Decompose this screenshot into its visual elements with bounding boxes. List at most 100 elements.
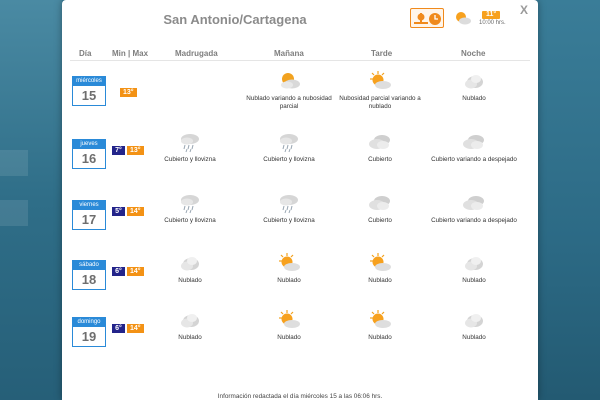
forecast-label: Cubierto y llovizna — [164, 156, 216, 163]
header-madrugada: Madrugada — [175, 49, 218, 58]
header-dia: Día — [79, 49, 92, 58]
day-badge[interactable]: sábado 18 — [72, 260, 106, 290]
forecast-label: Cubierto variando a despejado — [431, 217, 517, 224]
forecast-label: Cubierto — [368, 217, 392, 224]
background-left — [0, 0, 62, 400]
temp-max: 14° — [127, 267, 144, 276]
forecast-label: Nublado — [462, 277, 486, 284]
forecast-label: Cubierto variando a despejado — [431, 156, 517, 163]
moon-cloud-icon — [181, 257, 199, 271]
forecast-cell-tarde: Cubierto — [335, 192, 425, 225]
background-tab — [0, 150, 28, 176]
temp-max: 14° — [127, 324, 144, 333]
forecast-cell-manana: Cubierto y llovizna — [244, 192, 334, 225]
forecast-cell-tarde: Nublado — [335, 309, 425, 342]
overcast-icon — [369, 196, 390, 210]
moon-cloud-icon — [465, 314, 483, 328]
forecast-label: Nublado — [277, 334, 301, 341]
current-time: 10:00 hrs. — [479, 20, 506, 26]
moon-cloud-icon — [181, 314, 199, 328]
partly-cloudy-icon — [281, 73, 300, 89]
temp-min: 6° — [112, 324, 125, 333]
forecast-cell-noche: Cubierto variando a despejado — [429, 131, 519, 164]
temp-max: 13° — [120, 88, 137, 97]
day-badge[interactable]: viernes 17 — [72, 200, 106, 230]
forecast-label: Nublado — [368, 334, 392, 341]
forecast-label: Nublado — [462, 95, 486, 102]
day-badge[interactable]: miércoles 15 — [72, 76, 106, 106]
day-name: miércoles — [73, 77, 105, 86]
forecast-label: Nublado — [277, 277, 301, 284]
temp-min: 6° — [112, 267, 125, 276]
forecast-row: domingo 19 6° 14° Nublado Nublado Nublado Nubla… — [62, 309, 538, 365]
forecast-cell-tarde: Nubosidad parcial variando a nublado — [335, 70, 425, 110]
day-badge[interactable]: jueves 16 — [72, 139, 106, 169]
sun-clock-button[interactable] — [410, 8, 444, 28]
day-number: 17 — [81, 212, 97, 227]
forecast-label: Nubosidad parcial variando a nublado — [339, 95, 421, 110]
header-tarde: Tarde — [371, 49, 393, 58]
overcast-icon — [369, 135, 390, 149]
drizzle-icon — [181, 195, 199, 214]
temp-max: 14° — [127, 207, 144, 216]
forecast-cell-madrugada: Cubierto y llovizna — [145, 131, 235, 164]
drizzle-icon — [280, 134, 298, 153]
forecast-cell-noche: Cubierto variando a despejado — [429, 192, 519, 225]
current-temp: 11° — [482, 11, 501, 19]
header-manana: Mañana — [274, 49, 304, 58]
day-number: 16 — [81, 151, 97, 166]
background-right — [538, 0, 600, 400]
sun-cloud-icon — [370, 253, 391, 271]
forecast-label: Nublado — [368, 277, 392, 284]
location-title: San Antonio/Cartagena — [163, 12, 307, 27]
forecast-cell-manana: Cubierto y llovizna — [244, 131, 334, 164]
header-divider — [70, 60, 530, 61]
forecast-row: miércoles 15 13° Nublado variando a nubosid… — [62, 70, 538, 126]
forecast-cell-noche: Nublado — [429, 70, 519, 103]
forecast-label: Cubierto y llovizna — [263, 217, 315, 224]
forecast-cell-manana: Nublado — [244, 252, 334, 285]
forecast-cell-madrugada: Nublado — [145, 309, 235, 342]
day-badge[interactable]: domingo 19 — [72, 317, 106, 347]
forecast-row: viernes 17 5° 14° Cubierto y llovizna Cubiert… — [62, 192, 538, 248]
forecast-cell-madrugada: Cubierto y llovizna — [145, 192, 235, 225]
day-number: 19 — [81, 329, 97, 344]
day-name: sábado — [73, 261, 105, 270]
moon-cloud-icon — [465, 75, 483, 89]
day-number: 18 — [81, 272, 97, 287]
close-button[interactable]: X — [520, 3, 528, 17]
temp-min: 5° — [112, 207, 125, 216]
day-number: 15 — [81, 88, 97, 103]
overcast-icon — [463, 135, 484, 149]
forecast-label: Cubierto y llovizna — [164, 217, 216, 224]
forecast-row: sábado 18 6° 14° Nublado Nublado Nublado Nublad… — [62, 252, 538, 308]
forecast-modal: X San Antonio/Cartagena 11° 10:00 hrs. D… — [62, 0, 538, 400]
forecast-cell-tarde: Nublado — [335, 252, 425, 285]
day-name: jueves — [73, 140, 105, 149]
forecast-label: Cubierto y llovizna — [263, 156, 315, 163]
forecast-label: Nublado — [462, 334, 486, 341]
sun-cloud-icon — [279, 253, 300, 271]
sun-cloud-icon — [370, 310, 391, 328]
forecast-row: jueves 16 7° 13° Cubierto y llovizna Cubierto… — [62, 131, 538, 187]
forecast-label: Nublado — [178, 334, 202, 341]
temp-min: 7° — [112, 146, 125, 155]
forecast-cell-noche: Nublado — [429, 309, 519, 342]
current-weather-icon — [456, 12, 471, 25]
forecast-cell-manana: Nublado variando a nubosidad parcial — [244, 70, 334, 110]
forecast-cell-manana: Nublado — [244, 309, 334, 342]
day-name: domingo — [73, 318, 105, 327]
drizzle-icon — [181, 134, 199, 153]
drizzle-icon — [280, 195, 298, 214]
footer-note: Información redactada el día miércoles 1… — [217, 393, 383, 400]
forecast-cell-madrugada: Nublado — [145, 252, 235, 285]
temp-max: 13° — [127, 146, 144, 155]
sun-clock-icon — [414, 13, 441, 25]
forecast-cell-noche: Nublado — [429, 252, 519, 285]
forecast-label: Nublado — [178, 277, 202, 284]
header-minmax: Min | Max — [112, 49, 149, 58]
forecast-label: Nublado variando a nubosidad parcial — [246, 95, 332, 110]
day-name: viernes — [73, 201, 105, 210]
overcast-icon — [463, 196, 484, 210]
sun-cloud-icon — [370, 71, 391, 89]
